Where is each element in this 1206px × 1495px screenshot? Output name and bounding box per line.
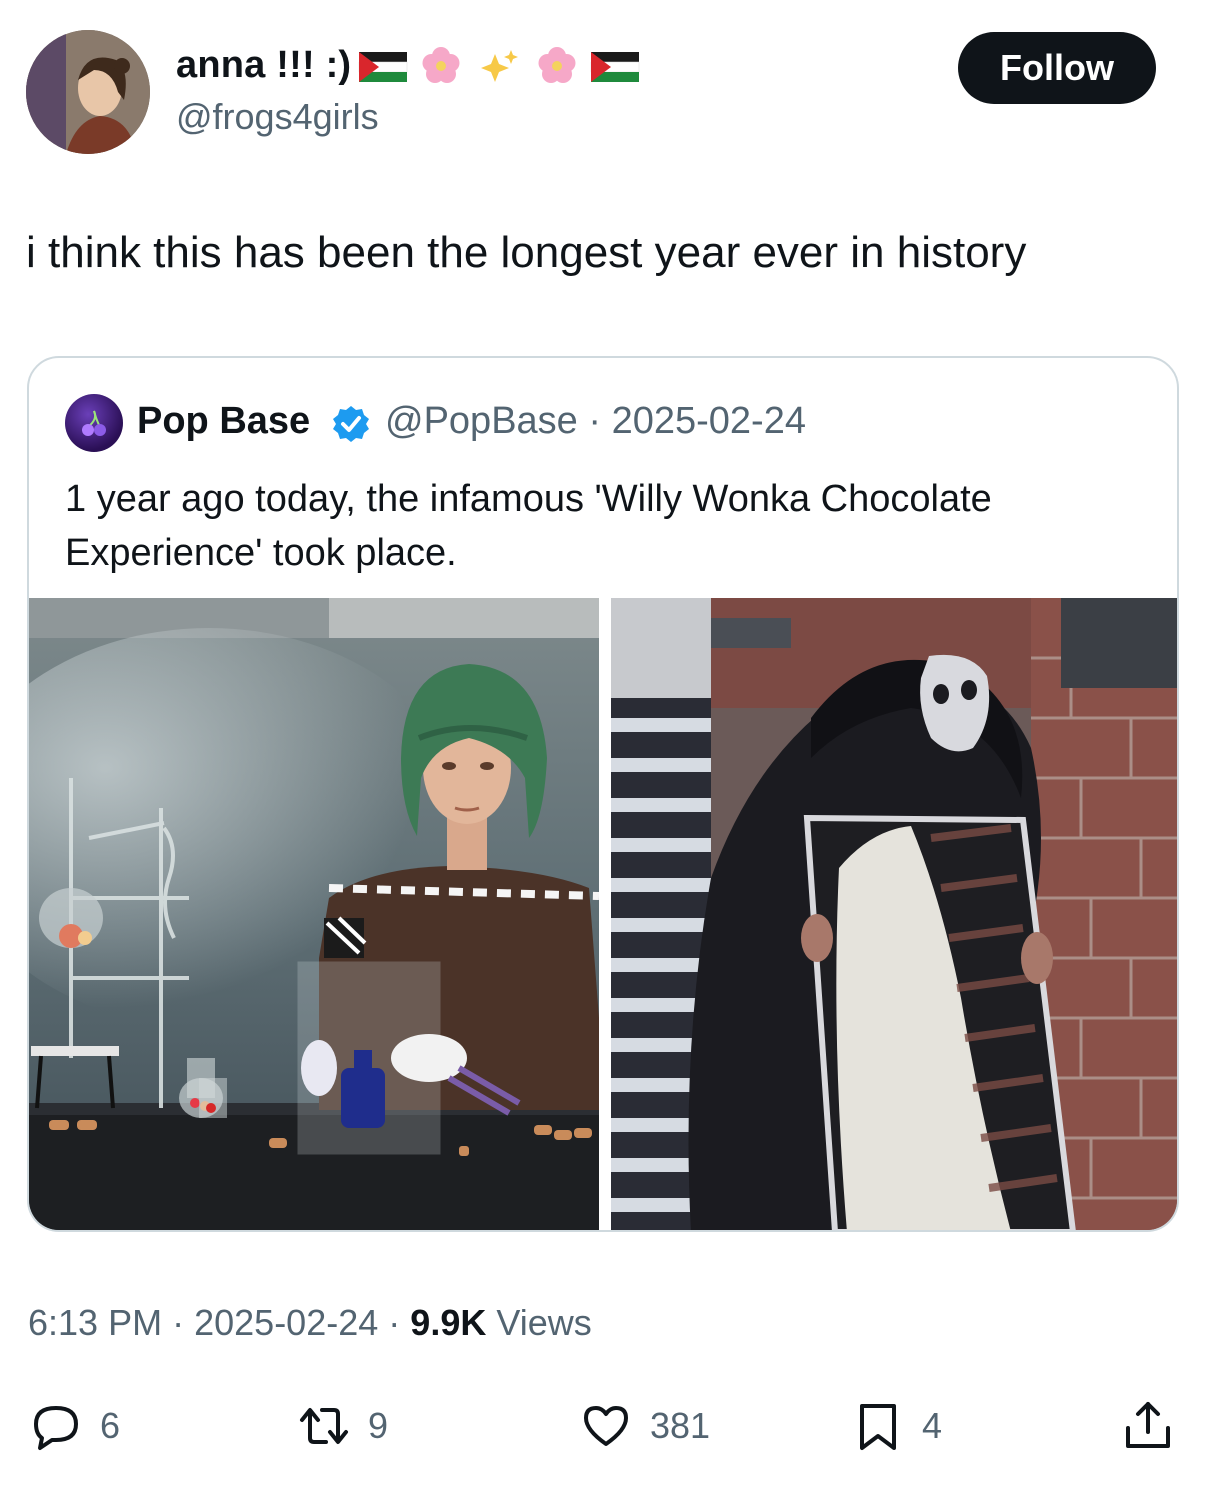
action-bar: 6 9 381 4 <box>0 1396 1206 1456</box>
like-count: 381 <box>650 1405 711 1446</box>
views-count: 9.9K <box>410 1302 487 1343</box>
share-icon <box>1126 1402 1170 1448</box>
reply-button[interactable]: 6 <box>28 1396 120 1456</box>
author-name-text: anna !!! :) <box>176 44 352 86</box>
like-button[interactable]: 381 <box>578 1396 710 1456</box>
quote-tweet-card[interactable]: Pop Base @PopBase · 2025-02-24 1 year ag… <box>27 356 1179 1232</box>
quote-date: 2025-02-24 <box>611 400 806 442</box>
bookmark-count: 4 <box>922 1405 943 1446</box>
quote-author-avatar <box>65 394 123 452</box>
author-display-name[interactable]: anna !!! :) <box>176 44 641 87</box>
repost-button[interactable]: 9 <box>296 1396 388 1456</box>
author-avatar[interactable] <box>26 30 150 154</box>
cherry-blossom-icon <box>538 46 576 83</box>
follow-button[interactable]: Follow <box>958 32 1156 104</box>
tweet-date[interactable]: 2025-02-24 <box>194 1302 378 1343</box>
quote-meta: @PopBase · 2025-02-24 <box>385 400 806 443</box>
tweet-time[interactable]: 6:13 PM <box>28 1302 162 1343</box>
author-handle[interactable]: @frogs4girls <box>176 96 379 138</box>
tweet-text: i think this has been the longest year e… <box>26 228 1027 277</box>
bookmark-icon <box>860 1404 896 1450</box>
quote-text: 1 year ago today, the infamous 'Willy Wo… <box>65 478 992 574</box>
verified-badge-icon <box>333 406 369 442</box>
reply-count: 6 <box>100 1405 121 1446</box>
palestine-flag-icon <box>591 51 640 82</box>
meta-separator: · <box>388 1302 401 1343</box>
quote-author-name: Pop Base <box>137 400 311 442</box>
tweet-meta: 6:13 PM · 2025-02-24 · 9.9K Views <box>28 1302 592 1344</box>
bookmark-button[interactable]: 4 <box>850 1396 942 1456</box>
heart-icon <box>584 1406 628 1446</box>
share-button[interactable] <box>1120 1396 1176 1456</box>
repost-count: 9 <box>368 1405 389 1446</box>
reply-icon <box>34 1406 78 1450</box>
quote-media-right[interactable] <box>611 598 1177 1230</box>
quote-media-left[interactable] <box>29 598 599 1230</box>
meta-separator: · <box>172 1302 185 1343</box>
sparkles-icon <box>481 49 519 82</box>
cherry-logo-icon <box>82 410 106 436</box>
meta-separator: · <box>588 400 602 442</box>
views-label: Views <box>496 1302 592 1343</box>
cherry-blossom-icon <box>422 46 460 83</box>
palestine-flag-icon <box>359 51 408 82</box>
quote-author-handle: @PopBase <box>385 400 578 442</box>
repost-icon <box>300 1408 348 1444</box>
